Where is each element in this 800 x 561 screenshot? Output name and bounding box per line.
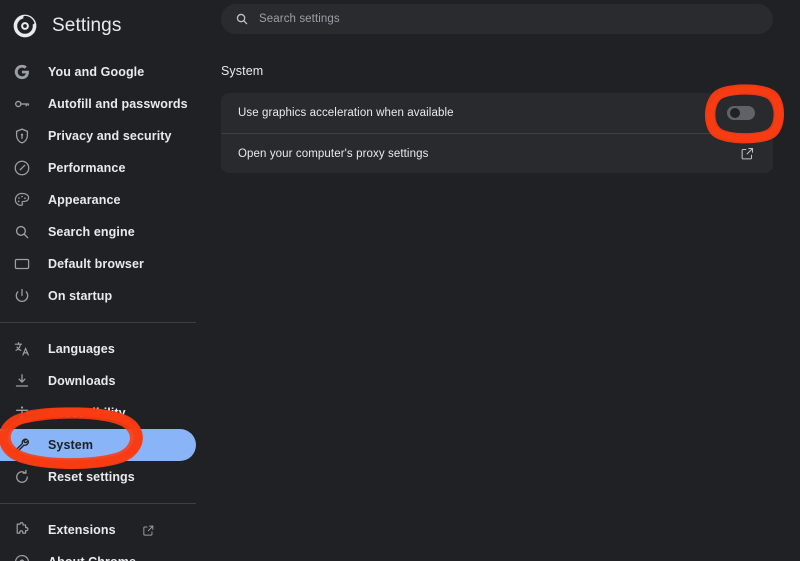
accessibility-icon (12, 403, 32, 423)
sidebar-item-default-browser[interactable]: Default browser (0, 248, 196, 280)
sidebar-item-label: Downloads (48, 374, 116, 388)
sidebar-item-label: Default browser (48, 257, 144, 271)
sidebar-item-system[interactable]: System (0, 429, 196, 461)
sidebar-item-accessibility[interactable]: Accessibility (0, 397, 196, 429)
sidebar-group-footer: Extensions About Chrome (0, 514, 210, 561)
sidebar-item-reset-settings[interactable]: Reset settings (0, 461, 196, 493)
chrome-circle-icon (12, 552, 32, 561)
sidebar-item-privacy-and-security[interactable]: Privacy and security (0, 120, 196, 152)
translate-icon (12, 339, 32, 359)
browser-window-icon (12, 254, 32, 274)
sidebar-item-label: Appearance (48, 193, 121, 207)
sidebar-item-label: Search engine (48, 225, 135, 239)
sidebar-item-search-engine[interactable]: Search engine (0, 216, 196, 248)
page-title: Settings (52, 15, 122, 36)
search-icon (12, 222, 32, 242)
sidebar: Settings You and Google Autofill and pas… (0, 0, 210, 561)
sidebar-item-label: Accessibility (48, 406, 126, 420)
toggle-knob (730, 108, 740, 118)
sidebar-item-you-and-google[interactable]: You and Google (0, 56, 196, 88)
wrench-icon (12, 435, 32, 455)
search-settings-bar[interactable] (221, 4, 773, 34)
power-icon (12, 286, 32, 306)
sidebar-item-languages[interactable]: Languages (0, 333, 196, 365)
sidebar-item-performance[interactable]: Performance (0, 152, 196, 184)
sidebar-item-label: Performance (48, 161, 126, 175)
google-g-icon (12, 62, 32, 82)
palette-icon (12, 190, 32, 210)
reset-icon (12, 467, 32, 487)
sidebar-item-label: Autofill and passwords (48, 97, 188, 111)
main-content: System Use graphics acceleration when av… (210, 0, 800, 561)
sidebar-item-label: You and Google (48, 65, 145, 79)
sidebar-item-autofill-and-passwords[interactable]: Autofill and passwords (0, 88, 196, 120)
sidebar-item-label: Languages (48, 342, 115, 356)
speedometer-icon (12, 158, 32, 178)
sidebar-group-primary: You and Google Autofill and passwords Pr… (0, 56, 210, 312)
row-label: Open your computer's proxy settings (238, 147, 429, 160)
row-graphics-acceleration[interactable]: Use graphics acceleration when available (221, 93, 773, 133)
sidebar-item-label: About Chrome (48, 555, 136, 561)
settings-window: Settings You and Google Autofill and pas… (0, 0, 800, 561)
download-icon (12, 371, 32, 391)
puzzle-piece-icon (12, 520, 32, 540)
external-link-icon[interactable] (142, 523, 156, 537)
sidebar-item-label: Privacy and security (48, 129, 172, 143)
graphics-acceleration-toggle[interactable] (727, 106, 755, 120)
sidebar-item-on-startup[interactable]: On startup (0, 280, 196, 312)
brand-header: Settings (0, 2, 210, 50)
chrome-logo-icon (12, 13, 38, 39)
key-icon (12, 94, 32, 114)
sidebar-group-advanced: Languages Downloads Accessibility System (0, 333, 210, 493)
external-link-icon[interactable] (740, 146, 755, 161)
search-icon (235, 12, 249, 26)
sidebar-item-about-chrome[interactable]: About Chrome (0, 546, 196, 561)
section-title-system: System (221, 64, 264, 78)
sidebar-item-extensions[interactable]: Extensions (0, 514, 196, 546)
system-settings-card: Use graphics acceleration when available… (221, 93, 773, 173)
sidebar-item-appearance[interactable]: Appearance (0, 184, 196, 216)
sidebar-item-label: Extensions (48, 523, 116, 537)
row-proxy-settings[interactable]: Open your computer's proxy settings (221, 133, 773, 173)
search-input[interactable] (259, 13, 699, 25)
sidebar-item-label: Reset settings (48, 470, 135, 484)
sidebar-divider-2 (0, 503, 196, 504)
sidebar-item-label: System (48, 438, 94, 452)
shield-icon (12, 126, 32, 146)
row-label: Use graphics acceleration when available (238, 107, 454, 119)
sidebar-divider-1 (0, 322, 196, 323)
sidebar-item-label: On startup (48, 289, 113, 303)
sidebar-item-downloads[interactable]: Downloads (0, 365, 196, 397)
